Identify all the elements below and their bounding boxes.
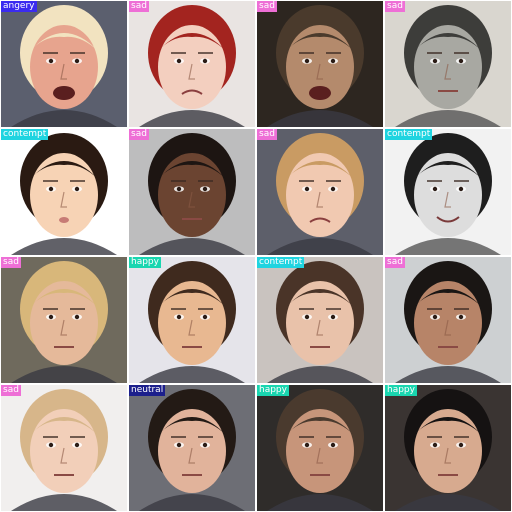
face-image: [129, 1, 255, 127]
face-image: [1, 257, 127, 383]
face-thumbnail: contempt: [1, 129, 127, 255]
emotion-label: sad: [385, 1, 405, 12]
face-thumbnail: contempt: [385, 129, 511, 255]
emotion-label: sad: [257, 1, 277, 12]
face-image: [129, 129, 255, 255]
emotion-label: sad: [129, 1, 149, 12]
emotion-label: sad: [129, 129, 149, 140]
face-image: [385, 129, 511, 255]
face-thumbnail: sad: [129, 129, 255, 255]
face-thumbnail: sad: [129, 1, 255, 127]
emotion-label: sad: [385, 257, 405, 268]
face-image: [257, 1, 383, 127]
face-image: [1, 1, 127, 127]
face-image: [257, 257, 383, 383]
emotion-label: happy: [129, 257, 161, 268]
face-image: [385, 257, 511, 383]
face-thumbnail: contempt: [257, 257, 383, 383]
emotion-label: happy: [385, 385, 417, 396]
face-thumbnail: neutral: [129, 385, 255, 511]
face-thumbnail: sad: [1, 385, 127, 511]
face-image: [1, 129, 127, 255]
emotion-label: contempt: [1, 129, 49, 140]
face-thumbnail: happy: [385, 385, 511, 511]
face-image: [385, 385, 511, 511]
face-thumbnail: sad: [1, 257, 127, 383]
face-thumbnail: angery: [1, 1, 127, 127]
emotion-label: happy: [257, 385, 289, 396]
face-image: [257, 385, 383, 511]
face-thumbnail: happy: [129, 257, 255, 383]
emotion-label: sad: [1, 385, 21, 396]
emotion-label: sad: [257, 129, 277, 140]
emotion-label: contempt: [257, 257, 305, 268]
face-thumbnail: sad: [257, 129, 383, 255]
emotion-label: neutral: [129, 385, 166, 396]
emotion-label: sad: [1, 257, 21, 268]
face-image: [385, 1, 511, 127]
face-thumbnail: sad: [385, 257, 511, 383]
face-thumbnail: happy: [257, 385, 383, 511]
face-thumbnail: sad: [257, 1, 383, 127]
emotion-label: angery: [1, 1, 37, 12]
image-grid: angery sad sad sad contempt sad sad contempt sad…: [0, 0, 512, 512]
face-image: [1, 385, 127, 511]
face-image: [129, 257, 255, 383]
face-image: [129, 385, 255, 511]
emotion-label: contempt: [385, 129, 433, 140]
face-thumbnail: sad: [385, 1, 511, 127]
face-image: [257, 129, 383, 255]
